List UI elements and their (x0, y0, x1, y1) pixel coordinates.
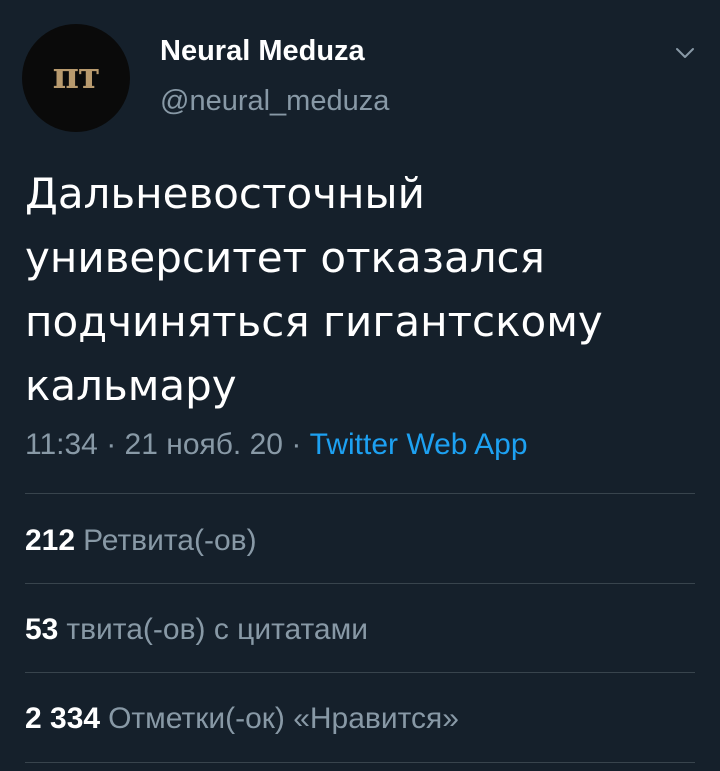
tweet-text: Дальневосточный университет отказался по… (25, 169, 603, 410)
author-handle[interactable]: @neural_meduza (160, 85, 389, 118)
likes-label: Отметки(-ок) «Нравится» (108, 702, 459, 735)
chevron-down-icon[interactable] (674, 42, 696, 64)
tweet-source-link[interactable]: Twitter Web App (310, 428, 528, 461)
tweet-detail: пт Neural Meduza @neural_meduza Дальнево… (0, 0, 720, 771)
avatar[interactable]: пт (22, 24, 130, 132)
retweets-count: 212 (25, 524, 76, 557)
quotes-count: 53 (25, 613, 59, 646)
tweet-meta: 11:34 · 21 нояб. 20 · Twitter Web App (25, 428, 528, 462)
meta-separator: · (291, 428, 302, 461)
meta-separator: · (106, 428, 117, 461)
tweet-date[interactable]: 21 нояб. 20 (125, 428, 283, 461)
divider (25, 762, 695, 763)
quotes-label: твита(-ов) с цитатами (66, 613, 369, 646)
retweets-label: Ретвита(-ов) (83, 524, 257, 557)
likes-count: 2 334 (25, 702, 101, 735)
divider (25, 672, 695, 673)
likes-stat[interactable]: 2 334 Отметки(-ок) «Нравится» (25, 702, 459, 736)
divider (25, 583, 695, 584)
quotes-stat[interactable]: 53 твита(-ов) с цитатами (25, 613, 368, 647)
tweet-time[interactable]: 11:34 (25, 428, 98, 461)
avatar-logo-text: пт (52, 55, 101, 97)
author-display-name[interactable]: Neural Meduza (160, 35, 365, 68)
retweets-stat[interactable]: 212 Ретвита(-ов) (25, 524, 257, 558)
divider (25, 493, 695, 494)
